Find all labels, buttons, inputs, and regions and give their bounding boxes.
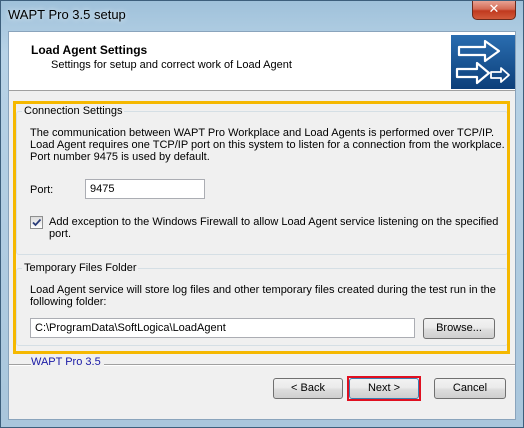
- page-title: Load Agent Settings: [31, 43, 148, 57]
- highlight-frame: [13, 101, 510, 354]
- arrows-logo-icon: [451, 35, 515, 89]
- page-subtitle: Settings for setup and correct work of L…: [51, 59, 292, 71]
- wizard-header: Load Agent Settings Settings for setup a…: [9, 32, 515, 91]
- close-button[interactable]: ✕: [472, 1, 516, 20]
- brand-label: WAPT Pro 3.5: [31, 356, 104, 368]
- window-title: WAPT Pro 3.5 setup: [8, 7, 126, 22]
- back-button[interactable]: < Back: [273, 378, 343, 399]
- close-icon: ✕: [488, 2, 500, 17]
- dialog-body: Load Agent Settings Settings for setup a…: [8, 31, 516, 420]
- setup-window: WAPT Pro 3.5 setup ✕ Load Agent Settings…: [0, 0, 524, 428]
- title-bar[interactable]: WAPT Pro 3.5 setup ✕: [1, 1, 523, 31]
- next-button-highlight: [347, 376, 421, 401]
- cancel-button[interactable]: Cancel: [434, 378, 506, 399]
